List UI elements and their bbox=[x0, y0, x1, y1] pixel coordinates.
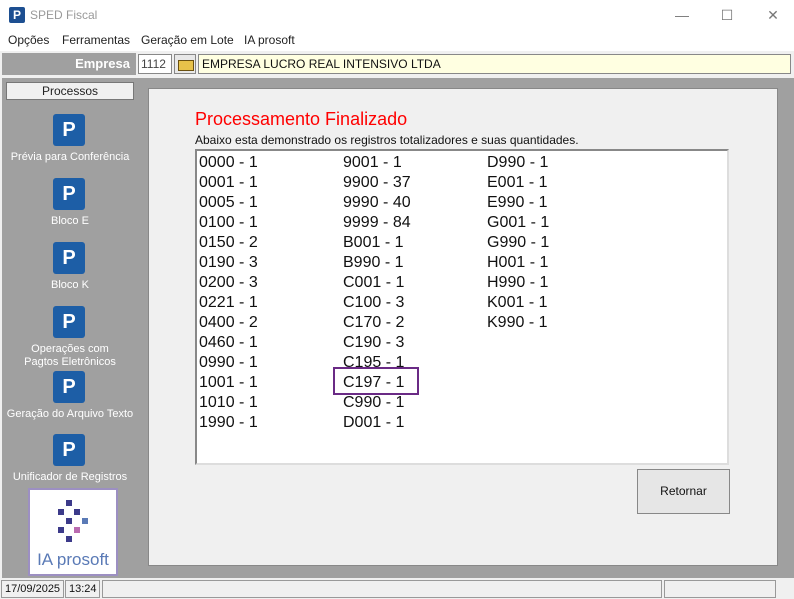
menu-bar: Opções Ferramentas Geração em Lote IA pr… bbox=[0, 30, 794, 51]
registro-item: 9990 - 40 bbox=[343, 194, 411, 211]
open-folder-button[interactable] bbox=[174, 54, 196, 74]
sidebar-item-operacoes[interactable]: P Operações com Pagtos Eletrônicos bbox=[2, 306, 138, 370]
registro-item: E990 - 1 bbox=[487, 194, 548, 211]
registro-item: 0001 - 1 bbox=[199, 174, 258, 191]
sidebar-item-geracao-arquivo[interactable]: P Geração do Arquivo Texto bbox=[2, 371, 138, 423]
sidebar-item-previa[interactable]: P Prévia para Conferência bbox=[2, 114, 138, 166]
logo-dot bbox=[66, 500, 72, 506]
registro-item: 1001 - 1 bbox=[199, 374, 258, 391]
empresa-label: Empresa bbox=[2, 53, 136, 75]
registros-column-3: D990 - 1 E001 - 1 E990 - 1 G001 - 1 G990 - 1… bbox=[487, 153, 549, 333]
registro-item: 0150 - 2 bbox=[199, 234, 258, 251]
status-panel bbox=[102, 580, 662, 598]
sidebar-item-unificador[interactable]: P Unificador de Registros bbox=[2, 434, 138, 486]
menu-ia-prosoft[interactable]: IA prosoft bbox=[244, 33, 295, 47]
prosoft-p-icon: P bbox=[53, 371, 85, 403]
sidebar-item-label: Bloco E bbox=[51, 215, 89, 227]
registro-item: 9999 - 84 bbox=[343, 214, 411, 231]
prosoft-p-icon: P bbox=[53, 114, 85, 146]
app-logo-icon: P bbox=[9, 7, 25, 23]
empresa-name-field: EMPRESA LUCRO REAL INTENSIVO LTDA bbox=[198, 54, 791, 74]
registro-item: 9900 - 37 bbox=[343, 174, 411, 191]
registro-item: G001 - 1 bbox=[487, 214, 550, 231]
menu-geracao-em-lote[interactable]: Geração em Lote bbox=[141, 33, 234, 47]
logo-dot bbox=[58, 527, 64, 533]
registro-item: 0221 - 1 bbox=[199, 294, 258, 311]
empresa-row: Empresa 1112 EMPRESA LUCRO REAL INTENSIV… bbox=[0, 52, 794, 76]
prosoft-p-icon: P bbox=[53, 242, 85, 274]
sidebar-item-bloco-k[interactable]: P Bloco K bbox=[2, 242, 138, 294]
minimize-button[interactable]: — bbox=[659, 0, 705, 30]
sidebar-item-label: Bloco K bbox=[51, 279, 89, 291]
registro-item: H990 - 1 bbox=[487, 274, 549, 291]
status-date: 17/09/2025 bbox=[1, 580, 64, 598]
registros-list[interactable]: 0000 - 1 0001 - 1 0005 - 1 0100 - 1 0150 - 2… bbox=[195, 149, 729, 465]
folder-icon bbox=[178, 60, 194, 71]
registro-item: D001 - 1 bbox=[343, 414, 405, 431]
prosoft-p-icon: P bbox=[53, 178, 85, 210]
sidebar: Processos P Prévia para Conferência P Bl… bbox=[2, 78, 138, 578]
registro-item: K001 - 1 bbox=[487, 294, 548, 311]
retornar-button[interactable]: Retornar bbox=[637, 469, 730, 514]
status-time: 13:24 bbox=[65, 580, 100, 598]
window-title: SPED Fiscal bbox=[30, 8, 98, 22]
sidebar-item-label: Operações com Pagtos Eletrônicos bbox=[24, 343, 116, 368]
registro-item: C170 - 2 bbox=[343, 314, 405, 331]
sidebar-item-bloco-e[interactable]: P Bloco E bbox=[2, 178, 138, 230]
result-panel: Processamento Finalizado Abaixo esta dem… bbox=[148, 88, 778, 566]
registro-item: B990 - 1 bbox=[343, 254, 404, 271]
menu-opcoes[interactable]: Opções bbox=[8, 33, 49, 47]
registro-item: 0000 - 1 bbox=[199, 154, 258, 171]
registro-item: 1990 - 1 bbox=[199, 414, 258, 431]
close-button[interactable]: ✕ bbox=[750, 0, 794, 30]
ia-prosoft-logo[interactable]: IA prosoft bbox=[28, 488, 118, 576]
highlight-box bbox=[333, 367, 419, 395]
sidebar-item-label: Geração do Arquivo Texto bbox=[6, 408, 134, 420]
ia-prosoft-logo-text: IA prosoft bbox=[37, 550, 109, 569]
page-title: Processamento Finalizado bbox=[195, 109, 408, 129]
registro-item: D990 - 1 bbox=[487, 154, 549, 171]
registros-column-1: 0000 - 1 0001 - 1 0005 - 1 0100 - 1 0150 - 2… bbox=[199, 153, 258, 433]
registro-item: 1010 - 1 bbox=[199, 394, 258, 411]
registro-item: H001 - 1 bbox=[487, 254, 549, 271]
registro-item: G990 - 1 bbox=[487, 234, 550, 251]
logo-dot bbox=[74, 527, 80, 533]
registro-item: 0100 - 1 bbox=[199, 214, 258, 231]
registro-item: 9001 - 1 bbox=[343, 154, 402, 171]
status-bar: 17/09/2025 13:24 bbox=[0, 578, 794, 599]
registro-item: 0200 - 3 bbox=[199, 274, 258, 291]
registro-item: C190 - 3 bbox=[343, 334, 405, 351]
empresa-code-field[interactable]: 1112 bbox=[138, 54, 172, 74]
registro-item: E001 - 1 bbox=[487, 174, 548, 191]
prosoft-p-icon: P bbox=[53, 434, 85, 466]
registro-item: B001 - 1 bbox=[343, 234, 404, 251]
registro-item: 0990 - 1 bbox=[199, 354, 258, 371]
registro-item: C001 - 1 bbox=[343, 274, 405, 291]
logo-dot bbox=[66, 518, 72, 524]
logo-dot bbox=[66, 536, 72, 542]
logo-dot bbox=[74, 509, 80, 515]
maximize-button[interactable]: ☐ bbox=[704, 0, 750, 30]
registro-item: 0190 - 3 bbox=[199, 254, 258, 271]
status-panel bbox=[664, 580, 776, 598]
registro-item: K990 - 1 bbox=[487, 314, 548, 331]
logo-dot bbox=[58, 509, 64, 515]
logo-dot bbox=[82, 518, 88, 524]
sidebar-item-label: Prévia para Conferência bbox=[10, 151, 130, 163]
page-subtitle: Abaixo esta demonstrado os registros tot… bbox=[195, 133, 579, 147]
registro-item: 0400 - 2 bbox=[199, 314, 258, 331]
registro-item: C100 - 3 bbox=[343, 294, 405, 311]
sidebar-item-label: Unificador de Registros bbox=[12, 471, 128, 483]
prosoft-p-icon: P bbox=[53, 306, 85, 338]
title-bar: P SPED Fiscal — ☐ ✕ bbox=[0, 0, 794, 30]
registro-item: 0005 - 1 bbox=[199, 194, 258, 211]
menu-ferramentas[interactable]: Ferramentas bbox=[62, 33, 130, 47]
registro-item: C990 - 1 bbox=[343, 394, 405, 411]
processos-header: Processos bbox=[6, 82, 134, 100]
registro-item: 0460 - 1 bbox=[199, 334, 258, 351]
content-area: Processamento Finalizado Abaixo esta dem… bbox=[138, 78, 794, 578]
